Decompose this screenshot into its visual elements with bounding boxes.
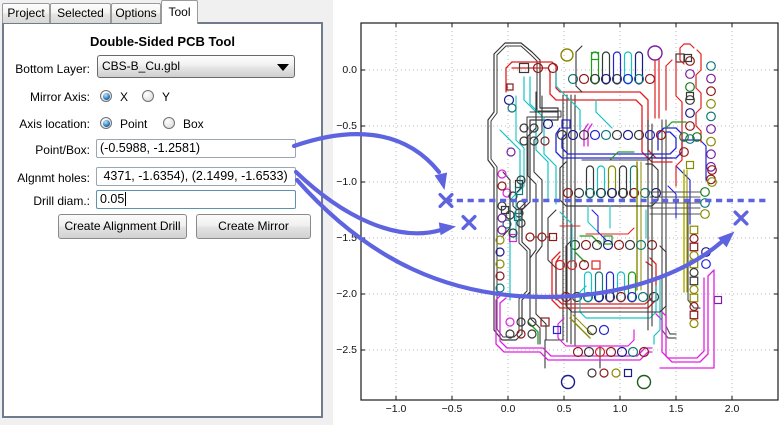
svg-text:1.0: 1.0 [613,403,628,415]
svg-text:−0.5: −0.5 [336,120,357,132]
svg-text:0.0: 0.0 [342,64,357,76]
svg-text:2.0: 2.0 [725,403,740,415]
svg-text:0.0: 0.0 [501,403,516,415]
svg-text:−1.0: −1.0 [336,176,357,188]
svg-text:−2.0: −2.0 [336,288,357,300]
svg-text:0.5: 0.5 [557,403,572,415]
svg-text:−2.5: −2.5 [336,344,357,356]
svg-text:−1.0: −1.0 [386,403,407,415]
svg-text:−1.5: −1.5 [336,232,357,244]
svg-text:1.5: 1.5 [669,403,684,415]
svg-text:−0.5: −0.5 [442,403,463,415]
